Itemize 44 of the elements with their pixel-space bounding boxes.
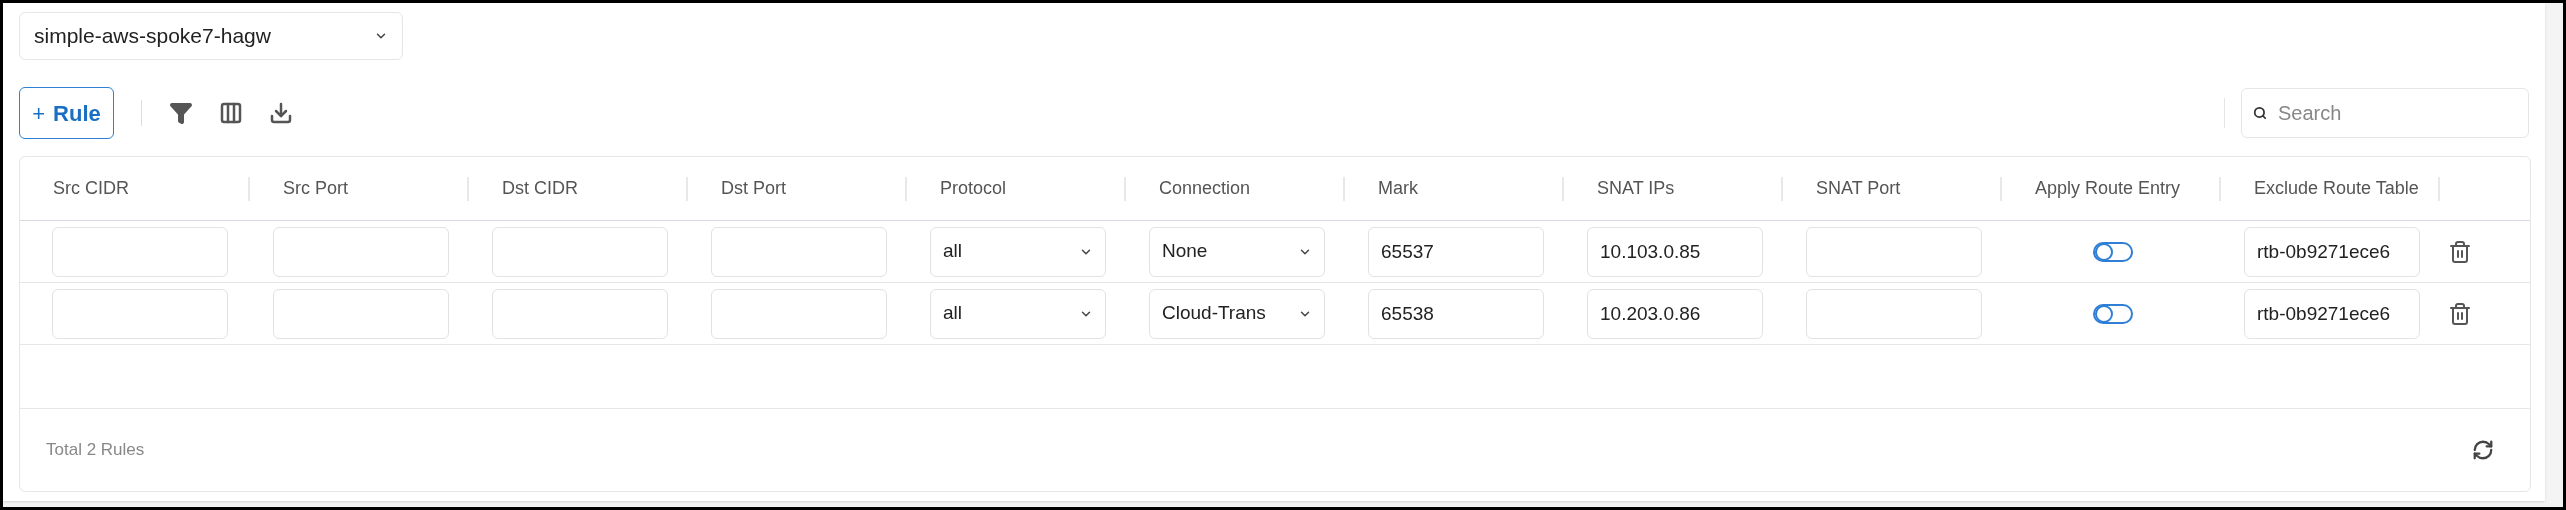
cell-input[interactable] (1806, 288, 1982, 339)
download-icon[interactable] (269, 101, 293, 125)
search-field[interactable]: Search (2241, 88, 2529, 138)
column-header: Dst Port (721, 177, 786, 200)
cell-input[interactable]: rtb-0b9271ece6 (2244, 288, 2420, 339)
toggle-switch[interactable] (2093, 241, 2133, 262)
gateway-select[interactable]: simple-aws-spoke7-hagw (19, 12, 403, 60)
cell-input[interactable] (273, 226, 449, 277)
column-header: Protocol (940, 177, 1007, 200)
cell-select[interactable]: all (930, 226, 1106, 277)
cell-input[interactable] (1806, 226, 1982, 277)
cell-input[interactable] (492, 226, 668, 277)
cell-input[interactable]: rtb-0b9271ece6 (2244, 226, 2420, 277)
cell-input[interactable] (52, 226, 228, 277)
cell-input[interactable]: 10.103.0.85 (1587, 226, 1763, 277)
column-header: Mark (1378, 177, 1418, 200)
column-header: Connection (1159, 177, 1251, 200)
delete-icon[interactable] (2448, 301, 2472, 326)
column-header: Apply Route Entry (2035, 177, 2181, 200)
column-header: SNAT Port (1816, 177, 1901, 200)
total-rules: Total 2 Rules (46, 439, 145, 462)
cell-input[interactable] (273, 288, 449, 339)
add-rule-button[interactable]: + Rule (19, 87, 114, 139)
cell-input[interactable]: 65538 (1368, 288, 1544, 339)
cell-input[interactable] (711, 288, 887, 339)
cell-input[interactable] (492, 288, 668, 339)
cell-input[interactable]: 10.203.0.86 (1587, 288, 1763, 339)
cell-select[interactable]: Cloud-Trans (1149, 288, 1325, 339)
cell-input[interactable]: 65537 (1368, 226, 1544, 277)
column-header: Src CIDR (53, 177, 129, 200)
search-icon (2253, 106, 2267, 120)
column-header: Exclude Route Table (2254, 177, 2419, 200)
cell-select[interactable]: all (930, 288, 1106, 339)
cell-select[interactable]: None (1149, 226, 1325, 277)
delete-icon[interactable] (2448, 239, 2472, 264)
columns-icon[interactable] (219, 101, 243, 125)
column-header: Src Port (283, 177, 348, 200)
cell-input[interactable] (711, 226, 887, 277)
column-header: Dst CIDR (502, 177, 578, 200)
column-header: SNAT IPs (1597, 177, 1675, 200)
refresh-icon[interactable] (2472, 439, 2494, 461)
cell-input[interactable] (52, 288, 228, 339)
toggle-switch[interactable] (2093, 303, 2133, 324)
filter-icon[interactable] (169, 101, 193, 125)
